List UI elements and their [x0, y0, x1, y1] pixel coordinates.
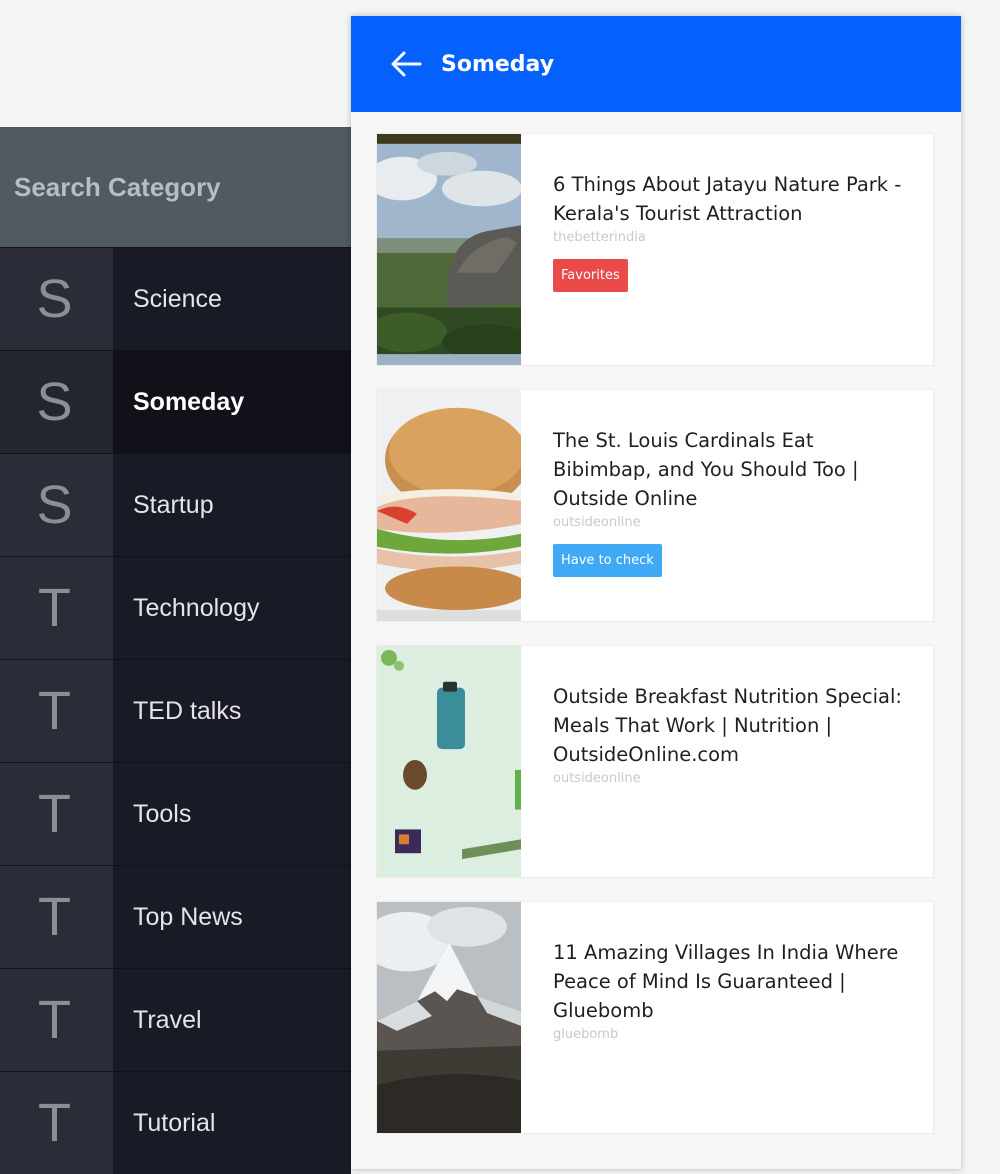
category-letter-avatar: S: [0, 248, 113, 350]
category-item-travel[interactable]: T Travel: [0, 968, 351, 1071]
tag-badge-favorites[interactable]: Favorites: [553, 259, 628, 292]
article-source: outsideonline: [553, 515, 641, 530]
category-item-technology[interactable]: T Technology: [0, 556, 351, 659]
category-search-bar: [0, 127, 351, 247]
category-label: Someday: [113, 351, 351, 453]
article-source: gluebomb: [553, 1027, 619, 1042]
snowy-mountain-photo: [377, 902, 521, 1133]
category-letter-avatar: T: [0, 557, 113, 659]
article-body: The St. Louis Cardinals Eat Bibimbap, an…: [521, 390, 933, 621]
category-item-tools[interactable]: T Tools: [0, 762, 351, 865]
category-letter-avatar: S: [0, 351, 113, 453]
category-label: Science: [113, 248, 351, 350]
arrow-left-icon: [391, 51, 422, 77]
article-title: The St. Louis Cardinals Eat Bibimbap, an…: [553, 429, 859, 510]
article-title: 11 Amazing Villages In India Where Peace…: [553, 941, 899, 1022]
category-search-input[interactable]: [14, 171, 334, 203]
feed-panel: Someday 6 Things About Jatayu Nature Par…: [351, 16, 961, 1169]
app-bar: Someday: [351, 16, 961, 112]
article-card[interactable]: The St. Louis Cardinals Eat Bibimbap, an…: [376, 389, 934, 622]
article-card[interactable]: Outside Breakfast Nutrition Special: Mea…: [376, 645, 934, 878]
tag-badge-have-to-check[interactable]: Have to check: [553, 544, 662, 577]
category-item-ted-talks[interactable]: T TED talks: [0, 659, 351, 762]
article-card[interactable]: 11 Amazing Villages In India Where Peace…: [376, 901, 934, 1134]
back-button[interactable]: [389, 47, 423, 81]
rocky-hill-landscape-photo: [377, 134, 521, 365]
article-title: Outside Breakfast Nutrition Special: Mea…: [553, 685, 902, 766]
article-body: 11 Amazing Villages In India Where Peace…: [521, 902, 933, 1133]
category-label: TED talks: [113, 660, 351, 762]
category-letter-avatar: T: [0, 763, 113, 865]
page-title: Someday: [441, 51, 555, 77]
article-source: thebetterindia: [553, 230, 646, 245]
category-sidebar: S Science S Someday S Startup T Technolo…: [0, 127, 351, 1174]
snacks-flatlay-photo: [377, 646, 521, 877]
category-letter-avatar: T: [0, 866, 113, 968]
category-item-tutorial[interactable]: T Tutorial: [0, 1071, 351, 1174]
category-label: Top News: [113, 866, 351, 968]
article-body: Outside Breakfast Nutrition Special: Mea…: [521, 646, 933, 877]
category-item-someday[interactable]: S Someday: [0, 350, 351, 453]
category-label: Startup: [113, 454, 351, 556]
category-item-startup[interactable]: S Startup: [0, 453, 351, 556]
article-body: 6 Things About Jatayu Nature Park - Kera…: [521, 134, 933, 365]
category-letter-avatar: T: [0, 969, 113, 1071]
sandwich-photo: [377, 390, 521, 621]
category-letter-avatar: S: [0, 454, 113, 556]
article-source: outsideonline: [553, 771, 641, 786]
category-label: Tutorial: [113, 1072, 351, 1174]
article-card[interactable]: 6 Things About Jatayu Nature Park - Kera…: [376, 133, 934, 366]
category-item-top-news[interactable]: T Top News: [0, 865, 351, 968]
category-letter-avatar: T: [0, 660, 113, 762]
category-label: Technology: [113, 557, 351, 659]
category-label: Travel: [113, 969, 351, 1071]
article-title: 6 Things About Jatayu Nature Park - Kera…: [553, 173, 902, 225]
category-item-science[interactable]: S Science: [0, 247, 351, 350]
category-label: Tools: [113, 763, 351, 865]
article-list: 6 Things About Jatayu Nature Park - Kera…: [376, 133, 934, 1157]
category-letter-avatar: T: [0, 1072, 113, 1174]
